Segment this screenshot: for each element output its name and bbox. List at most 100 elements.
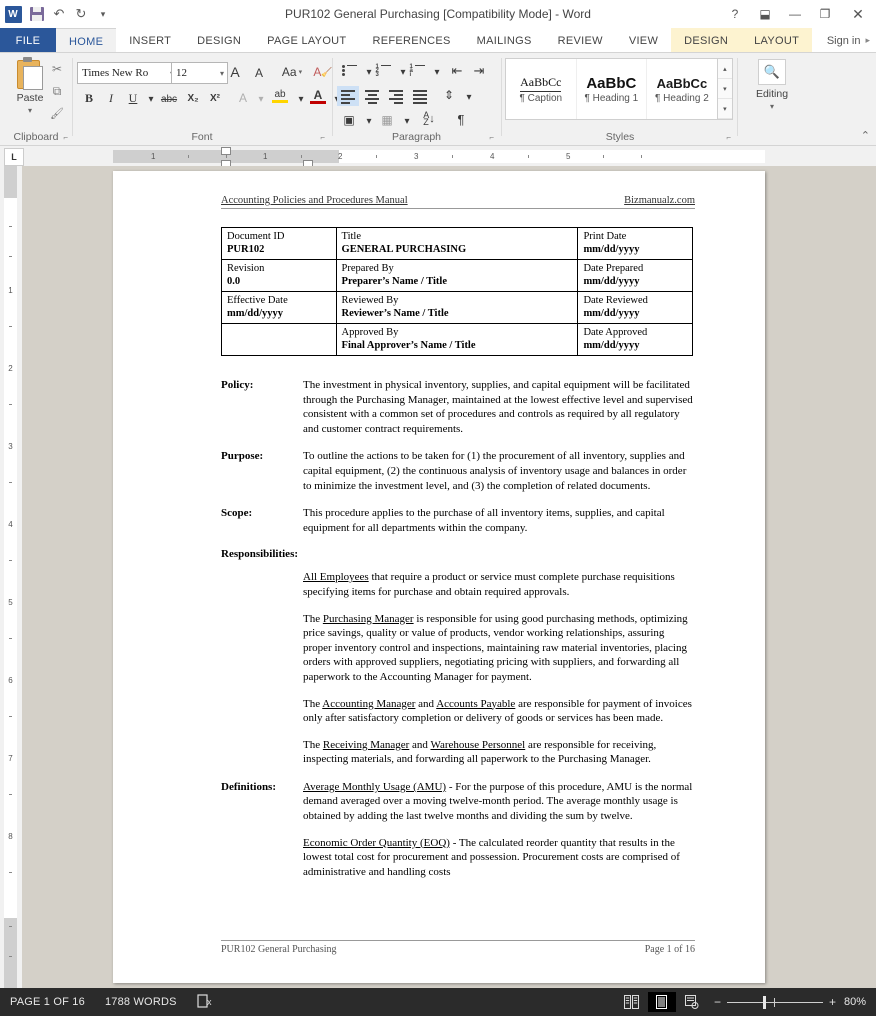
numbering-icon[interactable]: 123 [373,61,393,81]
customize-qat-icon[interactable]: ▾ [92,3,114,25]
superscript-button[interactable]: X² [205,88,225,108]
role-link-purchasing-manager[interactable]: Purchasing Manager [323,613,414,625]
shrink-font-icon[interactable]: A [249,63,269,83]
font-dialog-launcher-icon[interactable]: ⌐ [320,133,325,142]
close-button[interactable]: ✕ [840,0,876,28]
page-indicator[interactable]: PAGE 1 OF 16 [0,996,95,1008]
read-mode-icon[interactable] [618,992,646,1012]
italic-button[interactable]: I [101,88,121,108]
print-layout-icon[interactable] [647,992,676,1012]
styles-scroll-down-icon[interactable]: ▾ [717,79,732,99]
copy-icon[interactable]: ⧉ [46,81,68,101]
borders-icon[interactable]: ▦ [377,110,397,130]
justify-icon[interactable] [409,86,431,106]
style-caption[interactable]: AaBbCc ¶ Caption [506,59,577,119]
font-name-input[interactable]: Times New Ro ▾ [77,62,178,84]
text-effects-icon[interactable]: A [233,88,253,108]
tab-file[interactable]: FILE [0,28,56,53]
definition-link-amu[interactable]: Average Monthly Usage (AMU) [303,781,446,793]
clipboard-dialog-launcher-icon[interactable]: ⌐ [63,133,68,142]
word-app-icon[interactable]: W [4,3,26,25]
text-highlight-color-icon[interactable]: ab [269,86,291,106]
tab-review[interactable]: REVIEW [545,28,616,53]
zoom-level[interactable]: 80% [838,996,866,1008]
minimize-button[interactable]: — [780,0,810,28]
zoom-out-button[interactable]: − [714,995,721,1009]
tab-stop-selector[interactable]: L [4,148,24,166]
decrease-indent-icon[interactable]: ⇤ [447,61,467,81]
clear-formatting-icon[interactable]: A 🧹 [313,62,333,82]
role-link-accounts-payable[interactable]: Accounts Payable [436,698,515,710]
web-layout-icon[interactable] [678,992,706,1012]
zoom-in-button[interactable]: + [829,995,836,1009]
zoom-slider[interactable]: − + [714,995,836,1009]
role-link-receiving-manager[interactable]: Receiving Manager [323,739,409,751]
zoom-handle[interactable] [762,995,766,1009]
multilevel-caret-icon[interactable]: ▾ [427,62,447,82]
paragraph-dialog-launcher-icon[interactable]: ⌐ [489,133,494,142]
subscript-button[interactable]: X₂ [183,88,203,108]
sort-icon[interactable]: A Z ↓ [417,109,441,129]
proofing-errors-icon[interactable]: x [187,993,223,1011]
role-link-all-employees[interactable]: All Employees [303,571,369,583]
tab-insert[interactable]: INSERT [116,28,184,53]
tab-table-design[interactable]: DESIGN [671,28,742,53]
first-line-indent-marker[interactable] [221,147,231,155]
align-left-icon[interactable] [337,86,359,106]
tab-references[interactable]: REFERENCES [359,28,463,53]
line-spacing-caret-icon[interactable]: ▾ [459,87,479,107]
horizontal-ruler[interactable]: L 1 1 2 3 4 5 [0,146,876,168]
shading-icon[interactable]: ▣ [339,110,359,130]
align-right-icon[interactable] [385,86,407,106]
grow-font-icon[interactable]: A [225,62,245,82]
style-heading-2[interactable]: AaBbCc ¶ Heading 2 [647,59,717,119]
tab-page-layout[interactable]: PAGE LAYOUT [254,28,359,53]
help-icon[interactable]: ? [720,0,750,28]
chevron-down-icon[interactable]: ▾ [220,69,224,78]
document-canvas[interactable]: Accounting Policies and Procedures Manua… [22,166,876,988]
editing-button[interactable]: 🔍 Editing ▾ [748,57,796,111]
document-control-table[interactable]: Document ID PUR102 Title GENERAL PURCHAS… [221,227,693,356]
maximize-restore-button[interactable]: ❐ [810,0,840,28]
collapse-ribbon-icon[interactable]: ⌃ [861,129,870,142]
editing-caret-icon[interactable]: ▾ [748,102,796,111]
show-formatting-marks-icon[interactable]: ¶ [451,109,471,129]
save-icon[interactable] [26,3,48,25]
style-heading-1[interactable]: AaBbC ¶ Heading 1 [577,59,648,119]
tab-home[interactable]: HOME [56,28,117,54]
font-color-icon[interactable]: A [307,86,329,106]
bullets-icon[interactable] [339,61,359,81]
borders-caret-icon[interactable]: ▾ [397,111,417,131]
role-link-accounting-manager[interactable]: Accounting Manager [322,698,415,710]
multilevel-list-icon[interactable]: 1ai [407,61,427,81]
text-effects-caret-icon[interactable]: ▾ [251,89,271,109]
tab-mailings[interactable]: MAILINGS [464,28,545,53]
strikethrough-button[interactable]: abc [157,89,181,109]
line-spacing-icon[interactable]: ⇕ [439,85,459,105]
sign-in-button[interactable]: Sign in ▸ [827,28,870,53]
redo-icon[interactable]: ↻ [70,3,92,25]
underline-button[interactable]: U [123,88,143,108]
format-painter-icon[interactable]: 🖌 [46,103,68,123]
styles-dialog-launcher-icon[interactable]: ⌐ [726,133,731,142]
ribbon-display-options-icon[interactable]: ⬓ [750,0,780,28]
undo-icon[interactable]: ↶ [48,3,70,25]
tab-design[interactable]: DESIGN [184,28,254,53]
definition-link-eoq[interactable]: Economic Order Quantity (EOQ) [303,837,450,849]
styles-more-icon[interactable]: ▾ [717,99,732,119]
tab-view[interactable]: VIEW [616,28,671,53]
styles-scroll-up-icon[interactable]: ▴ [717,59,732,79]
word-count[interactable]: 1788 WORDS [95,996,187,1008]
bold-button[interactable]: B [79,88,99,108]
tab-table-layout[interactable]: LAYOUT [741,28,813,53]
document-page[interactable]: Accounting Policies and Procedures Manua… [113,171,765,983]
shading-caret-icon[interactable]: ▾ [359,111,379,131]
zoom-track[interactable] [726,995,823,1009]
styles-gallery[interactable]: AaBbCc ¶ Caption AaBbC ¶ Heading 1 AaBbC… [505,58,733,120]
styles-gallery-scroll[interactable]: ▴ ▾ ▾ [716,59,732,119]
vertical-ruler[interactable]: 1 2 3 4 5 6 7 8 [0,166,22,988]
role-link-warehouse-personnel[interactable]: Warehouse Personnel [430,739,525,751]
change-case-icon[interactable]: Aa ▾ [277,62,307,82]
increase-indent-icon[interactable]: ⇥ [469,61,489,81]
cut-icon[interactable]: ✂ [46,59,68,79]
